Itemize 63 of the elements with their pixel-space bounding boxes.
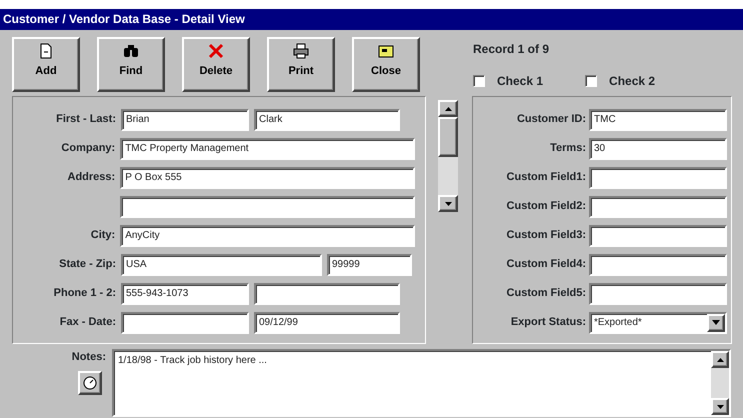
down-arrow-icon: [444, 202, 452, 206]
text-field[interactable]: Clark: [254, 108, 400, 130]
binoculars-icon: [123, 43, 139, 59]
window-title: Customer / Vendor Data Base - Detail View: [0, 9, 743, 30]
field-label: Custom Field5:: [506, 286, 586, 302]
field-label: Customer ID:: [516, 112, 586, 128]
printer-icon: [293, 43, 309, 59]
field-label: Custom Field3:: [506, 228, 586, 244]
scroll-down-button[interactable]: [438, 195, 458, 212]
field-label: Custom Field4:: [506, 257, 586, 272]
scrollbar[interactable]: [711, 351, 729, 415]
toolbar-button[interactable]: Add: [12, 37, 80, 92]
scrollbar-thumb[interactable]: [438, 117, 458, 157]
notes-button[interactable]: [78, 370, 102, 394]
toolbar-button[interactable]: Delete: [182, 37, 250, 92]
folder-icon: [378, 43, 394, 59]
field-label: Address:: [66, 170, 116, 186]
field-label: Export Status:: [510, 315, 586, 330]
field-label: Fax - Date:: [58, 315, 116, 330]
field-label: City:: [90, 228, 116, 244]
text-field[interactable]: [589, 166, 727, 188]
text-field[interactable]: [121, 312, 249, 334]
circle-icon: [83, 376, 97, 390]
text-field[interactable]: [589, 224, 727, 246]
checkbox[interactable]: Check 2: [585, 72, 656, 90]
field-label: Custom Field1:: [506, 170, 586, 186]
text-field[interactable]: 30: [589, 138, 727, 160]
toolbar-button[interactable]: Close: [352, 37, 420, 92]
scroll-up-button[interactable]: [711, 351, 729, 368]
field-label: Terms:: [549, 141, 586, 156]
scrollbar[interactable]: [438, 100, 458, 212]
text-field[interactable]: [120, 196, 415, 218]
text-field[interactable]: 99999: [327, 254, 412, 276]
text-field[interactable]: 09/12/99: [254, 312, 400, 334]
toolbar-button[interactable]: Find: [97, 37, 165, 92]
up-arrow-icon: [444, 106, 452, 110]
text-field[interactable]: TMC: [589, 108, 727, 130]
text-field[interactable]: AnyCity: [120, 224, 415, 246]
scroll-down-button[interactable]: [711, 398, 729, 415]
text-field[interactable]: [589, 254, 727, 276]
notes-label: Notes:: [72, 350, 106, 365]
text-field[interactable]: 555-943-1073: [121, 282, 249, 304]
text-field[interactable]: TMC Property Management: [120, 138, 415, 160]
text-field[interactable]: P O Box 555: [120, 166, 415, 188]
dropdown[interactable]: *Exported*: [589, 312, 727, 334]
cross-icon: [208, 43, 224, 59]
record-counter: Record 1 of 9: [473, 41, 550, 58]
field-label: State - Zip:: [58, 257, 116, 272]
text-field[interactable]: USA: [121, 254, 322, 276]
up-arrow-icon: [716, 358, 724, 362]
field-label: Custom Field2:: [506, 199, 586, 214]
field-label: First - Last:: [55, 112, 116, 128]
text-field[interactable]: [589, 196, 727, 218]
field-label: Company:: [60, 141, 116, 156]
field-label: Phone 1 - 2:: [52, 286, 116, 302]
text-field[interactable]: Brian: [121, 108, 249, 130]
text-field[interactable]: [589, 282, 727, 304]
toolbar-button[interactable]: Print: [267, 37, 335, 92]
document-icon: [38, 43, 54, 59]
scroll-up-button[interactable]: [438, 100, 458, 117]
text-field[interactable]: [254, 282, 400, 304]
checkbox[interactable]: Check 1: [473, 72, 544, 90]
down-arrow-icon: [716, 404, 724, 408]
